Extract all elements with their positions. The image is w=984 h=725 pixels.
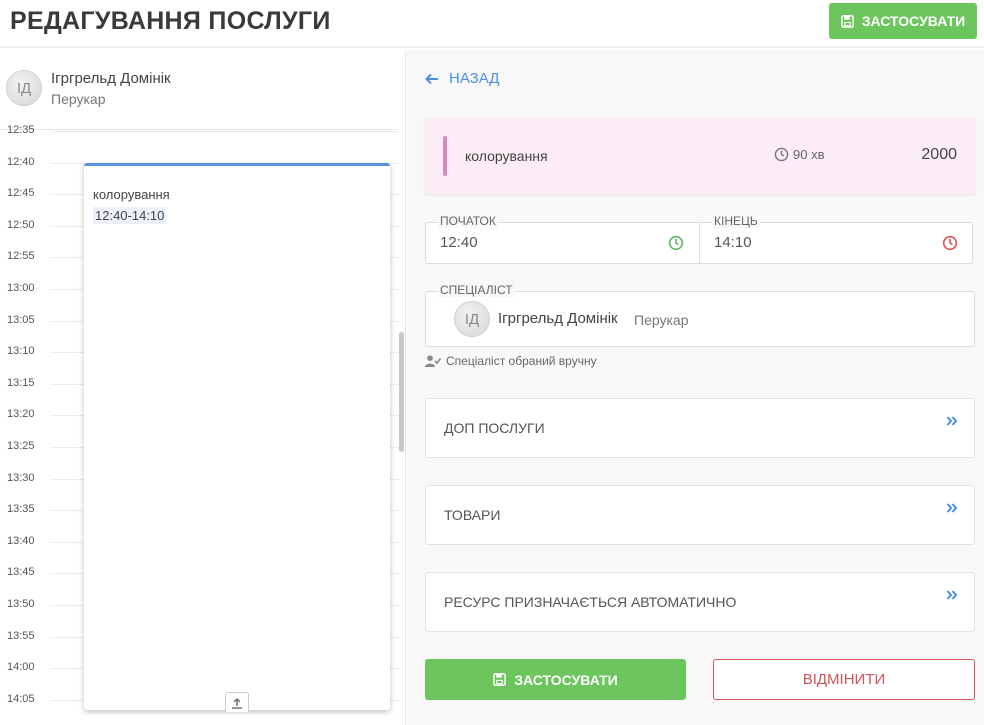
time-slot-label: 12:50 bbox=[7, 218, 35, 231]
edit-service-screen: РЕДАГУВАННЯ ПОСЛУГИ ЗАСТОСУВАТИ ІД Ігргр… bbox=[0, 0, 984, 725]
service-summary-card: колорування 90 хв 2000 bbox=[425, 118, 975, 194]
time-slot-label: 12:35 bbox=[7, 124, 35, 136]
time-slot-label: 13:25 bbox=[7, 440, 35, 452]
double-chevron-right-icon bbox=[946, 416, 958, 426]
appointment-card[interactable]: колорування 12:40-14:10 bbox=[84, 163, 390, 712]
page-title: РЕДАГУВАННЯ ПОСЛУГИ bbox=[10, 7, 331, 35]
time-range-fields: ПОЧАТОК КІНЕЦЬ 12:40 14:10 bbox=[425, 214, 973, 264]
products-panel[interactable]: ТОВАРИ bbox=[425, 485, 975, 545]
specialist-label: СПЕЦІАЛІСТ bbox=[438, 283, 515, 297]
service-duration: 90 хв bbox=[774, 147, 824, 162]
time-slot-label: 13:00 bbox=[7, 282, 35, 294]
time-slot-label: 13:05 bbox=[7, 313, 35, 326]
panel-title: ТОВАРИ bbox=[444, 507, 501, 523]
service-duration-value: 90 хв bbox=[793, 147, 825, 162]
double-chevron-right-icon bbox=[946, 503, 958, 513]
specialist-name: Ігргрельд Домінік bbox=[498, 310, 618, 327]
start-time-field[interactable]: 12:40 bbox=[440, 234, 478, 251]
cancel-button[interactable]: ВІДМІНИТИ bbox=[713, 659, 975, 700]
time-slot-label: 13:40 bbox=[7, 534, 35, 547]
time-slot-label: 13:10 bbox=[7, 345, 35, 358]
edit-form: НАЗАД колорування 90 хв 2000 ПОЧАТОК КІН… bbox=[407, 50, 984, 725]
arrow-left-icon bbox=[425, 73, 438, 84]
time-slot-label: 13:50 bbox=[7, 598, 35, 610]
appointment-service-name: колорування bbox=[93, 187, 170, 202]
double-chevron-right-icon bbox=[946, 590, 958, 600]
clock-icon bbox=[774, 147, 789, 162]
calendar-scrollbar[interactable] bbox=[399, 332, 404, 452]
clock-icon[interactable] bbox=[668, 235, 684, 251]
staff-info: Ігргрельд Домінік Перукар bbox=[51, 70, 171, 107]
manual-note-text: Спеціаліст обраний вручну bbox=[446, 354, 597, 368]
service-color-bar bbox=[443, 136, 447, 176]
user-check-icon bbox=[425, 355, 441, 367]
time-slot-label: 13:30 bbox=[7, 471, 35, 484]
time-slot-label: 13:55 bbox=[7, 629, 35, 642]
floppy-disk-icon bbox=[840, 14, 854, 28]
time-slot-label: 12:45 bbox=[7, 187, 35, 200]
staff-header: ІД Ігргрельд Домінік Перукар bbox=[6, 70, 171, 107]
time-slot-line bbox=[50, 131, 399, 132]
time-slot-label: 12:40 bbox=[7, 155, 35, 168]
end-time-field[interactable]: 14:10 bbox=[714, 234, 752, 251]
calendar-column: ІД Ігргрельд Домінік Перукар 12:35 12:40 1… bbox=[0, 50, 406, 725]
floppy-disk-icon bbox=[493, 673, 507, 686]
start-time-label: ПОЧАТОК bbox=[438, 214, 498, 228]
time-slot-label: 13:20 bbox=[7, 408, 35, 421]
apply-button[interactable]: ЗАСТОСУВАТИ bbox=[425, 659, 686, 700]
grid-divider bbox=[0, 129, 399, 130]
apply-button-top-label: ЗАСТОСУВАТИ bbox=[861, 13, 966, 29]
apply-button-top[interactable]: ЗАСТОСУВАТИ bbox=[829, 3, 977, 39]
specialist-role: Перукар bbox=[634, 312, 689, 328]
time-slot-label: 13:15 bbox=[7, 376, 35, 389]
staff-role: Перукар bbox=[51, 91, 106, 107]
appointment-time: 12:40-14:10 bbox=[93, 207, 167, 224]
time-slot-label: 13:45 bbox=[7, 566, 35, 579]
staff-name: Ігргрельд Домінік bbox=[51, 70, 171, 87]
panel-title: РЕСУРС ПРИЗНАЧАЄТЬСЯ АВТОМАТИЧНО bbox=[444, 594, 737, 610]
time-slot-label: 13:35 bbox=[7, 503, 35, 516]
time-slot-label: 14:05 bbox=[7, 692, 35, 705]
top-header: РЕДАГУВАННЯ ПОСЛУГИ ЗАСТОСУВАТИ bbox=[0, 0, 984, 48]
end-time-label: КІНЕЦЬ bbox=[712, 214, 760, 228]
clock-icon[interactable] bbox=[942, 235, 958, 251]
apply-button-label: ЗАСТОСУВАТИ bbox=[514, 671, 618, 688]
time-divider bbox=[699, 223, 700, 263]
service-price: 2000 bbox=[921, 146, 957, 163]
avatar: ІД bbox=[454, 301, 490, 337]
panel-title: ДОП ПОСЛУГИ bbox=[444, 420, 545, 436]
resize-handle[interactable] bbox=[225, 692, 249, 712]
arrow-up-icon bbox=[232, 697, 242, 709]
extra-services-panel[interactable]: ДОП ПОСЛУГИ bbox=[425, 398, 975, 458]
time-slot-label: 12:55 bbox=[7, 250, 35, 263]
time-slot[interactable]: 12:35 bbox=[0, 124, 399, 136]
avatar: ІД bbox=[6, 70, 42, 106]
specialist-manual-note: Спеціаліст обраний вручну bbox=[425, 354, 597, 368]
time-slot-label: 14:00 bbox=[7, 661, 35, 674]
back-link-label: НАЗАД bbox=[449, 70, 500, 87]
service-name: колорування bbox=[465, 148, 548, 164]
back-link[interactable]: НАЗАД bbox=[425, 70, 499, 87]
specialist-field[interactable]: СПЕЦІАЛІСТ ІД Ігргрельд Домінік Перукар bbox=[425, 283, 975, 347]
resource-panel[interactable]: РЕСУРС ПРИЗНАЧАЄТЬСЯ АВТОМАТИЧНО bbox=[425, 572, 975, 632]
